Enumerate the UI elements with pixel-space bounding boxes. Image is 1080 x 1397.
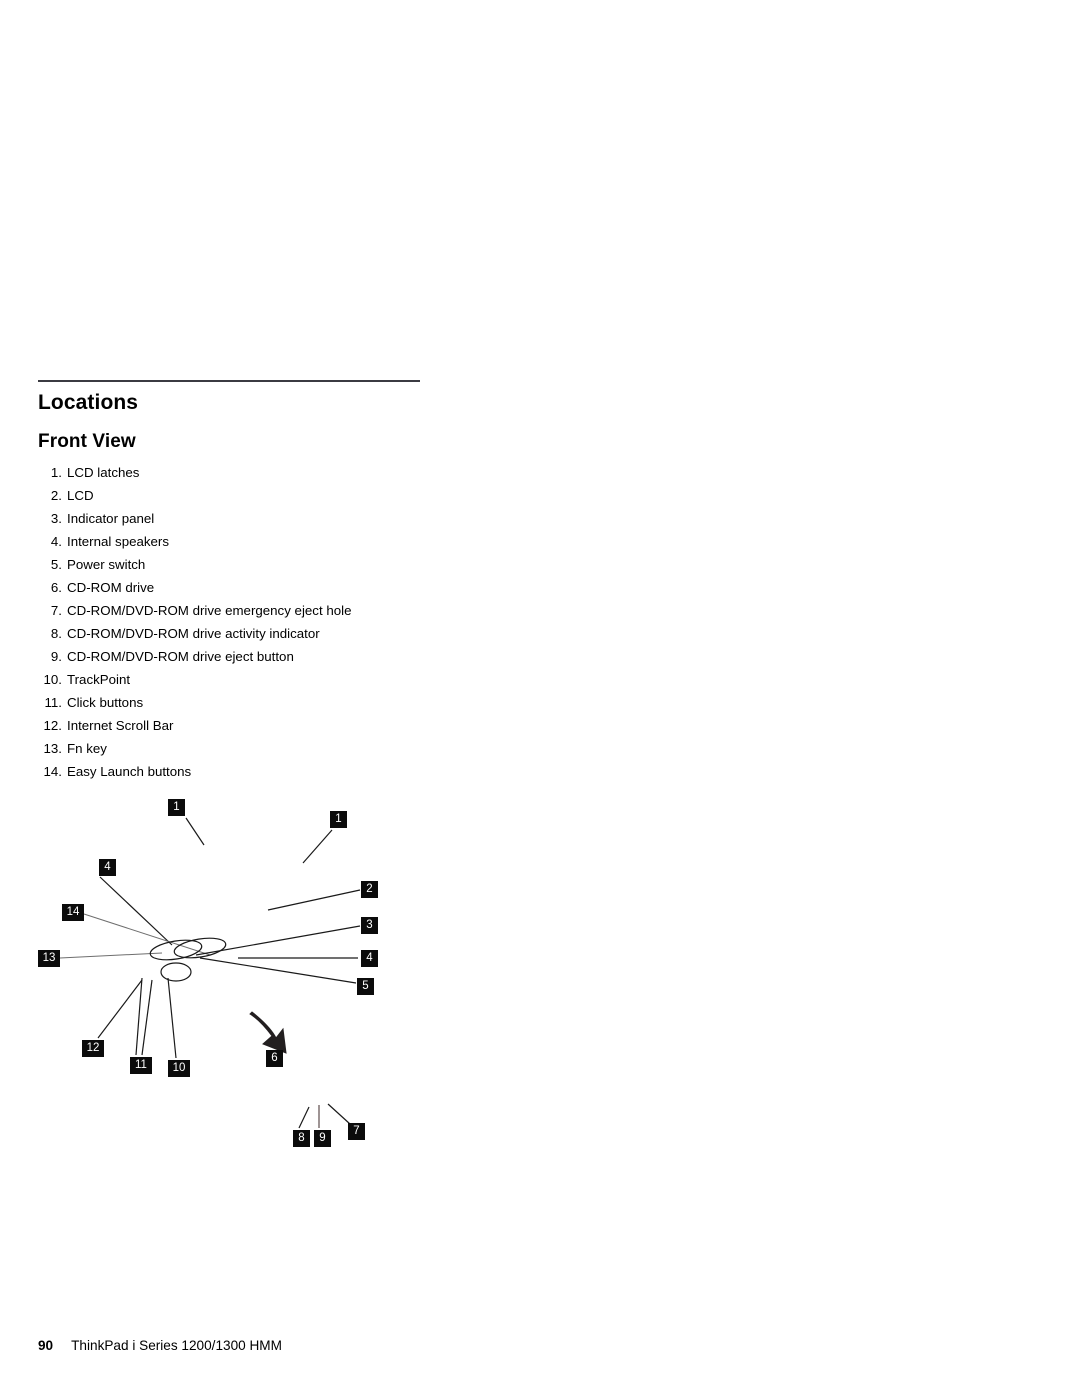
diagram-callout-10: 10 [168,1060,190,1077]
leader-line-11b [141,979,153,1056]
parts-list-item: 6. CD-ROM drive [38,576,458,599]
footer-page-number: 90 [38,1338,54,1353]
leader-line-1b [302,829,333,864]
parts-list-item-number: 9. [50,649,62,664]
parts-list-item-label: Internal speakers [67,534,169,549]
diagram-callout-2: 2 [361,881,378,898]
diagram-callout-1a: 1 [168,799,185,816]
diagram-callout-1b: 1 [330,811,347,828]
parts-list-item: 5. Power switch [38,553,458,576]
cdrom-arrow-icon [249,1011,287,1054]
leader-line-14 [83,913,211,956]
parts-list-item-number: 13. [43,741,63,756]
parts-list-item-number: 8. [50,626,62,641]
diagram-callout-6: 6 [266,1050,283,1067]
diagram-callout-13: 13 [38,950,60,967]
parts-list-item-number: 10. [43,672,63,687]
trackpoint-ellipse [160,962,192,982]
parts-list-item-label: CD-ROM/DVD-ROM drive emergency eject hol… [67,603,352,618]
parts-list-item-label: TrackPoint [67,672,131,687]
parts-list-item: 2. LCD [38,484,458,507]
parts-list-item: 7. CD-ROM/DVD-ROM drive emergency eject h… [38,599,458,622]
parts-list-item: 8. CD-ROM/DVD-ROM drive activity indicato… [38,622,458,645]
parts-list-item: 1. LCD latches [38,461,458,484]
diagram-callout-4b: 4 [361,950,378,967]
diagram-callout-14: 14 [62,904,84,921]
parts-list-item-number: 4. [50,534,62,549]
parts-list-item-label: Internet Scroll Bar [67,718,174,733]
parts-list-item-number: 1. [50,465,62,480]
parts-list-item: 13. Fn key [38,737,458,760]
speaker-ellipse-right [173,937,227,959]
diagram-callout-5: 5 [357,978,374,995]
parts-list-item: 3. Indicator panel [38,507,458,530]
parts-list-item-label: Power switch [67,557,146,572]
parts-list-item-number: 11. [44,695,63,710]
parts-list-item-number: 12. [43,718,63,733]
parts-list-item-label: Click buttons [67,695,144,710]
diagram-callout-4a: 4 [99,859,116,876]
parts-list-item: 4. Internal speakers [38,530,458,553]
diagram-callout-11: 11 [130,1057,152,1074]
parts-list-item: 9. CD-ROM/DVD-ROM drive eject button [38,645,458,668]
leader-line-12 [97,979,143,1039]
leader-line-8 [298,1106,310,1129]
leader-line-7 [327,1103,351,1125]
parts-list: 1. LCD latches 2. LCD 3. Indicator panel 4. Int… [38,461,458,783]
manual-page: Locations Front View 1. LCD latches 2. LCD 3… [0,0,1080,1397]
diagram-callout-7: 7 [348,1123,365,1140]
parts-list-item-number: 5. [50,557,62,572]
parts-list-item-number: 2. [50,488,62,503]
diagram-callout-12: 12 [82,1040,104,1057]
page-footer: 90 ThinkPad i Series 1200/1300 HMM [38,1337,282,1355]
page-title: Locations [38,391,139,414]
parts-list-item-label: CD-ROM drive [67,580,155,595]
parts-list-item-number: 3. [50,511,62,526]
parts-list-item: 12. Internet Scroll Bar [38,714,458,737]
header-divider [38,380,420,382]
parts-list-item-label: Indicator panel [67,511,155,526]
diagram-callout-3: 3 [361,917,378,934]
parts-list-item-label: CD-ROM/DVD-ROM drive eject button [67,649,294,664]
leader-line-11a [135,977,143,1056]
leader-line-13 [59,952,163,959]
leader-line-1a [185,817,205,846]
parts-list-item: 10. TrackPoint [38,668,458,691]
parts-list-item-label: LCD latches [67,465,140,480]
parts-list-item: 11. Click buttons [38,691,458,714]
parts-list-item-label: LCD [67,488,94,503]
parts-list-item-label: Fn key [67,741,107,756]
diagram-callout-8: 8 [293,1130,310,1147]
footer-book-title: ThinkPad i Series 1200/1300 HMM [71,1338,282,1353]
parts-list-item-label: CD-ROM/DVD-ROM drive activity indicator [67,626,320,641]
parts-list-item-number: 6. [50,580,62,595]
parts-list-item-number: 7. [50,603,62,618]
front-view-diagram: 1 1 4 2 14 3 13 4 5 12 11 10 6 8 9 7 [0,780,460,1180]
diagram-linework [59,817,361,1129]
leader-line-2 [267,889,361,911]
diagram-callout-9: 9 [314,1130,331,1147]
subsection-title: Front View [38,431,136,452]
leader-line-5 [199,957,357,984]
leader-line-4a [99,876,173,946]
leader-line-10 [167,977,177,1059]
